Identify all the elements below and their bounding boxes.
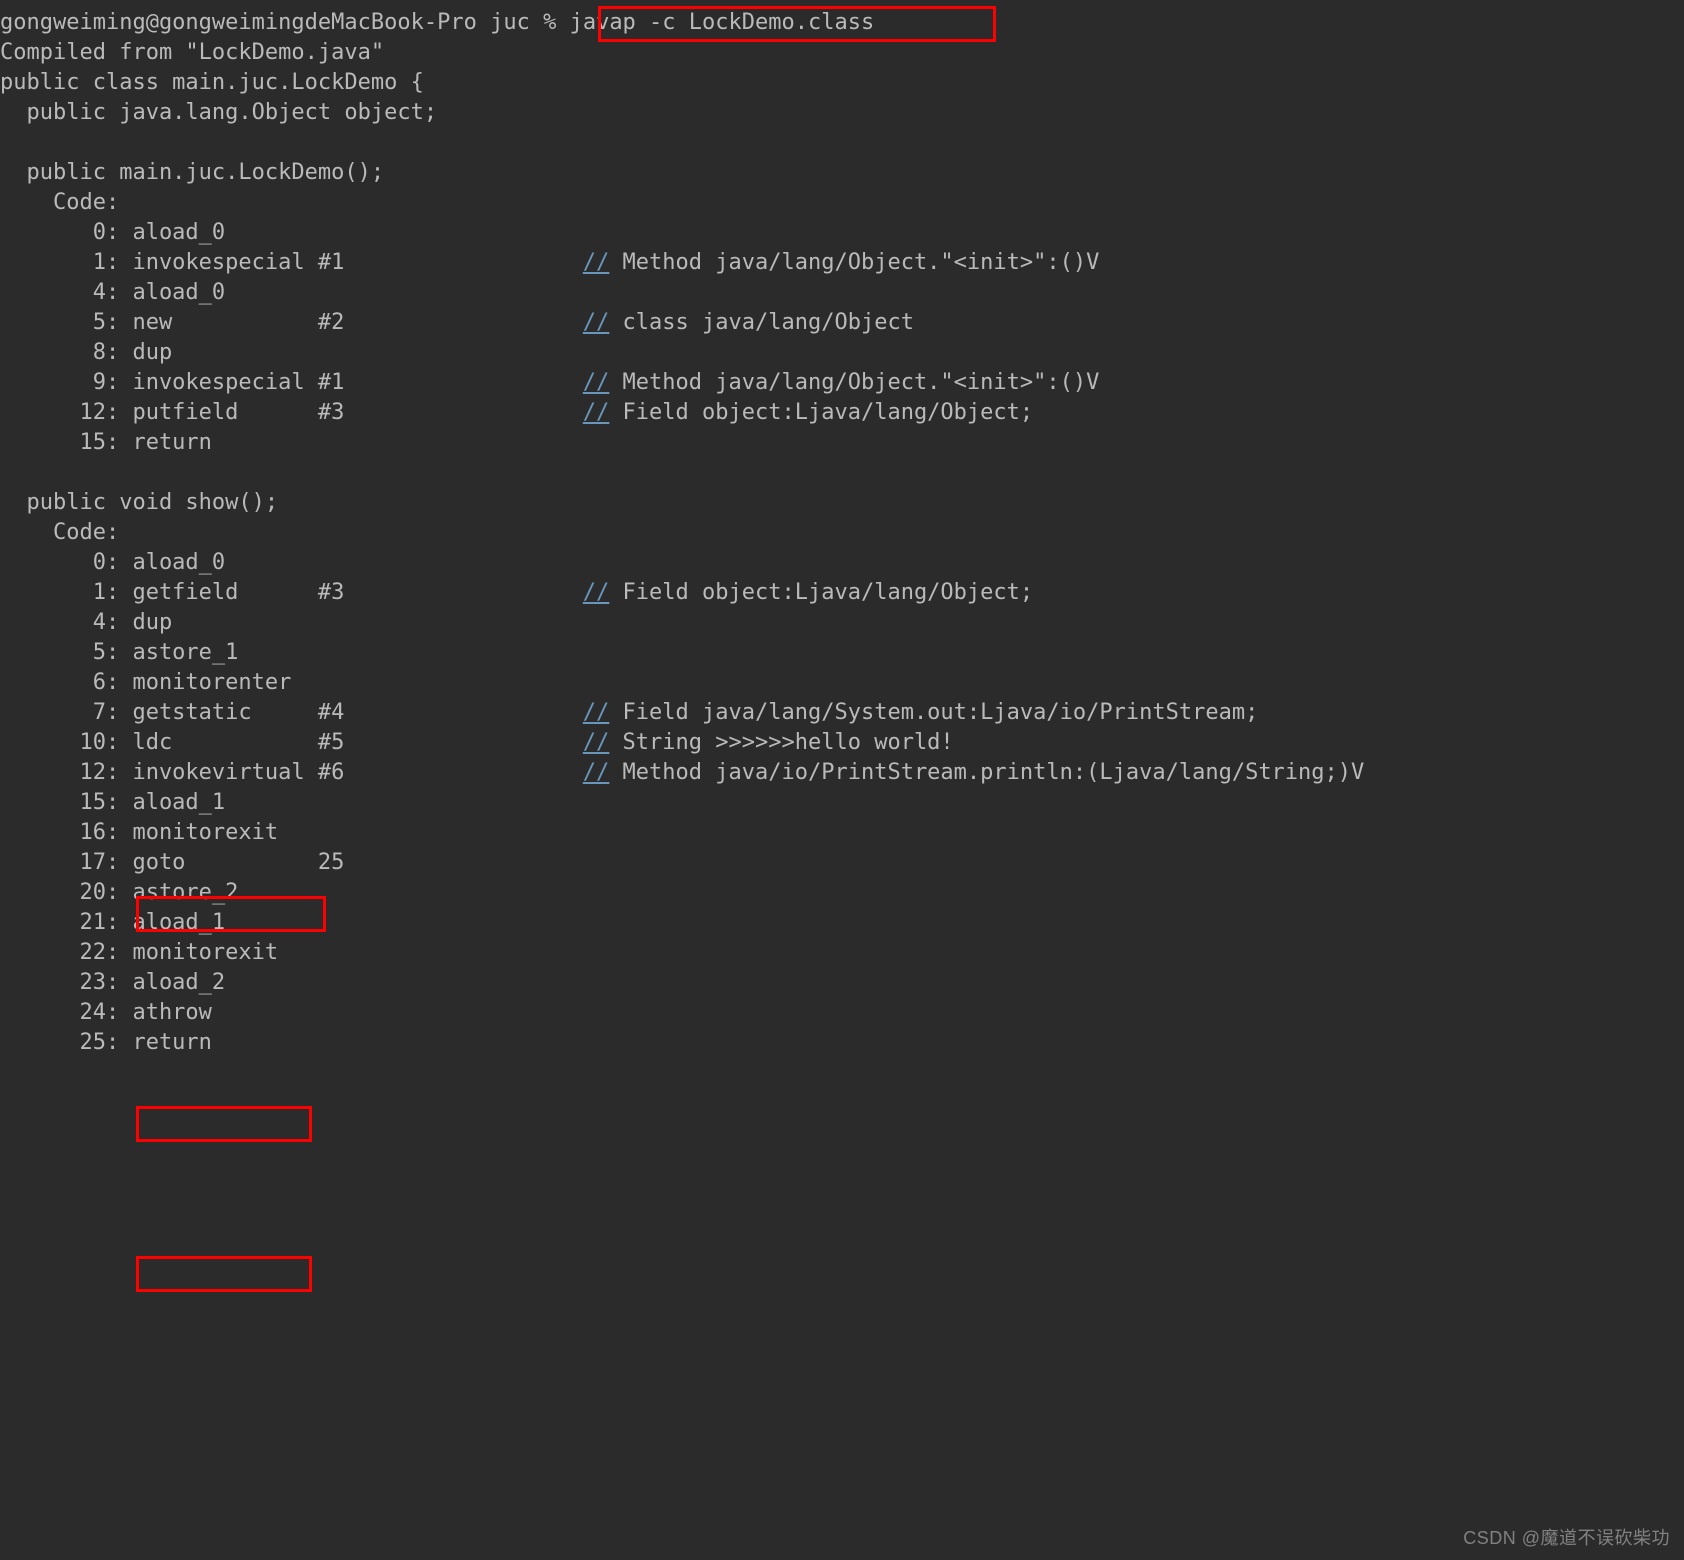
show-sig: public void show(); xyxy=(0,490,278,515)
terminal-output: gongweiming@gongweimingdeMacBook-Pro juc… xyxy=(0,0,1684,1058)
bytecode-line: 16: monitorexit xyxy=(0,820,278,845)
comment-slashes: // xyxy=(583,250,610,275)
code-label: Code: xyxy=(0,190,119,215)
comment-text: class java/lang/Object xyxy=(623,310,914,335)
comment-slashes: // xyxy=(583,760,610,785)
comment-slashes: // xyxy=(583,400,610,425)
bytecode-line: 12: invokevirtual #6 xyxy=(0,760,344,785)
command-text: javap -c LockDemo.class xyxy=(570,10,875,35)
highlight-box-monitorexit-2 xyxy=(136,1256,312,1292)
prompt-sep: % xyxy=(543,10,556,35)
watermark: CSDN @魔道不误砍柴功 xyxy=(1463,1524,1670,1550)
bytecode-line: 23: aload_2 xyxy=(0,970,225,995)
bytecode-line: 7: getstatic #4 xyxy=(0,700,344,725)
bytecode-line: 17: goto 25 xyxy=(0,850,344,875)
comment-slashes: // xyxy=(583,370,610,395)
comment-slashes: // xyxy=(583,580,610,605)
comment-text: Field object:Ljava/lang/Object; xyxy=(623,580,1034,605)
bytecode-line: 0: aload_0 xyxy=(0,220,225,245)
bytecode-line: 4: aload_0 xyxy=(0,280,225,305)
bytecode-line: 0: aload_0 xyxy=(0,550,225,575)
ctor-sig: public main.juc.LockDemo(); xyxy=(0,160,384,185)
class-decl: public class main.juc.LockDemo { xyxy=(0,70,424,95)
bytecode-line: 5: new #2 xyxy=(0,310,344,335)
field-decl: public java.lang.Object object; xyxy=(0,100,437,125)
bytecode-line: 5: astore_1 xyxy=(0,640,238,665)
prompt-user: gongweiming@gongweimingdeMacBook-Pro xyxy=(0,10,477,35)
bytecode-line: 20: astore_2 xyxy=(0,880,238,905)
comment-text: String >>>>>>hello world! xyxy=(623,730,954,755)
bytecode-line: 15: return xyxy=(0,430,212,455)
bytecode-line: 15: aload_1 xyxy=(0,790,225,815)
bytecode-line: 9: invokespecial #1 xyxy=(0,370,344,395)
bytecode-line: 12: putfield #3 xyxy=(0,400,344,425)
comment-slashes: // xyxy=(583,310,610,335)
comment-text: Method java/lang/Object."<init>":()V xyxy=(623,370,1100,395)
bytecode-line: 8: dup xyxy=(0,340,172,365)
prompt-line[interactable]: gongweiming@gongweimingdeMacBook-Pro juc… xyxy=(0,10,874,35)
bytecode-line: 4: dup xyxy=(0,610,172,635)
comment-slashes: // xyxy=(583,700,610,725)
comment-text: Method java/io/PrintStream.println:(Ljav… xyxy=(623,760,1365,785)
bytecode-line: 1: getfield #3 xyxy=(0,580,344,605)
code-label: Code: xyxy=(0,520,119,545)
bytecode-line: 24: athrow xyxy=(0,1000,212,1025)
comment-text: Field object:Ljava/lang/Object; xyxy=(623,400,1034,425)
bytecode-line: 6: monitorenter xyxy=(0,670,291,695)
bytecode-line: 25: return xyxy=(0,1030,212,1055)
comment-slashes: // xyxy=(583,730,610,755)
bytecode-line: 22: monitorexit xyxy=(0,940,278,965)
bytecode-line: 1: invokespecial #1 xyxy=(0,250,344,275)
bytecode-line: 21: aload_1 xyxy=(0,910,225,935)
highlight-box-monitorexit-1 xyxy=(136,1106,312,1142)
bytecode-line: 10: ldc #5 xyxy=(0,730,344,755)
comment-text: Method java/lang/Object."<init>":()V xyxy=(623,250,1100,275)
comment-text: Field java/lang/System.out:Ljava/io/Prin… xyxy=(623,700,1259,725)
compiled-from: Compiled from "LockDemo.java" xyxy=(0,40,384,65)
prompt-dir: juc xyxy=(490,10,530,35)
